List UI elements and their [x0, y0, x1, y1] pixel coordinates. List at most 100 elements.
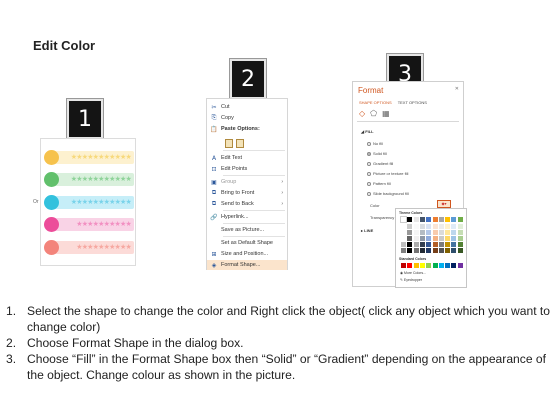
theme-color-swatch[interactable]	[445, 217, 451, 222]
theme-color-swatch[interactable]	[445, 230, 451, 235]
theme-color-swatch[interactable]	[451, 248, 457, 253]
tab-text-options[interactable]: TEXT OPTIONS	[398, 100, 427, 105]
standard-color-swatch[interactable]	[445, 263, 451, 268]
standard-color-swatch[interactable]	[401, 263, 406, 268]
menu-item-size-position[interactable]: ⊞ Size and Position...	[207, 249, 287, 259]
theme-color-swatch[interactable]	[438, 230, 444, 235]
rating-bar[interactable]: ★★★★★★★★★★	[53, 240, 134, 254]
theme-color-swatch[interactable]	[445, 224, 451, 229]
theme-color-swatch[interactable]	[419, 217, 425, 222]
theme-color-swatch[interactable]	[445, 236, 451, 241]
theme-color-swatch[interactable]	[432, 217, 438, 222]
standard-color-swatch[interactable]	[419, 263, 425, 268]
fill-line-icon[interactable]: ◇	[359, 109, 365, 118]
theme-color-swatch[interactable]	[457, 217, 463, 222]
theme-color-swatch[interactable]	[457, 236, 463, 241]
theme-color-swatch[interactable]	[407, 242, 413, 247]
theme-color-swatch[interactable]	[438, 217, 444, 222]
theme-color-swatch[interactable]	[401, 242, 406, 247]
theme-color-swatch[interactable]	[457, 242, 463, 247]
radio-gradient-fill[interactable]: Gradient fill	[367, 161, 393, 166]
theme-color-swatch[interactable]	[457, 230, 463, 235]
theme-color-swatch[interactable]	[438, 236, 444, 241]
menu-item-edit-text[interactable]: A Edit Text	[207, 153, 287, 163]
paste-keep-source-icon[interactable]	[225, 139, 233, 148]
theme-color-swatch[interactable]	[419, 224, 425, 229]
theme-color-swatch[interactable]	[426, 248, 432, 253]
rating-bar[interactable]: ★★★★★★★★★★	[53, 217, 134, 231]
rating-bar[interactable]: ★★★★★★★★★★★	[53, 195, 134, 209]
theme-color-swatch[interactable]	[400, 216, 407, 223]
theme-color-swatch[interactable]	[432, 224, 438, 229]
fill-section-header[interactable]: ◢ FILL	[361, 129, 374, 134]
theme-color-swatch[interactable]	[451, 242, 457, 247]
rating-bar[interactable]: ★★★★★★★★★★★	[53, 150, 134, 164]
rating-circle[interactable]	[44, 194, 59, 210]
theme-color-swatch[interactable]	[407, 224, 413, 229]
radio-slide-background-fill[interactable]: Slide background fill	[367, 191, 409, 196]
theme-color-swatch[interactable]	[401, 230, 406, 235]
theme-color-swatch[interactable]	[426, 217, 432, 222]
theme-color-swatch[interactable]	[451, 224, 457, 229]
theme-color-swatch[interactable]	[451, 230, 457, 235]
menu-item-group[interactable]: ▣ Group ›	[207, 177, 287, 187]
menu-item-send-to-back[interactable]: ⧉ Send to Back ›	[207, 199, 287, 209]
theme-color-swatch[interactable]	[445, 248, 451, 253]
close-icon[interactable]: ✕	[455, 86, 459, 92]
theme-color-swatch[interactable]	[413, 236, 419, 241]
radio-solid-fill[interactable]: Solid fill	[367, 151, 387, 156]
standard-color-swatch[interactable]	[438, 263, 444, 268]
theme-color-swatch[interactable]	[401, 236, 406, 241]
theme-color-swatch[interactable]	[419, 242, 425, 247]
rating-bar[interactable]: ★★★★★★★★★★★	[53, 172, 134, 186]
rating-row[interactable]: ★★★★★★★★★★	[44, 216, 134, 232]
theme-color-swatch[interactable]	[419, 236, 425, 241]
theme-color-swatch[interactable]	[413, 242, 419, 247]
standard-color-swatch[interactable]	[451, 263, 457, 268]
standard-color-swatch[interactable]	[407, 263, 413, 268]
radio-picture-fill[interactable]: Picture or texture fill	[367, 171, 408, 176]
theme-color-swatch[interactable]	[413, 224, 419, 229]
menu-item-cut[interactable]: ✂ Cut	[207, 102, 287, 112]
menu-item-bring-to-front[interactable]: ⧉ Bring to Front ›	[207, 188, 287, 198]
theme-color-swatch[interactable]	[413, 230, 419, 235]
theme-color-swatch[interactable]	[407, 248, 413, 253]
theme-color-swatch[interactable]	[407, 217, 413, 222]
theme-color-swatch[interactable]	[432, 242, 438, 247]
rating-row[interactable]: ★★★★★★★★★★★	[44, 149, 134, 165]
radio-pattern-fill[interactable]: Pattern fill	[367, 181, 391, 186]
menu-item-edit-points[interactable]: ⊡ Edit Points	[207, 164, 287, 174]
theme-color-swatch[interactable]	[451, 217, 457, 222]
theme-color-swatch[interactable]	[457, 224, 463, 229]
theme-color-swatch[interactable]	[426, 242, 432, 247]
theme-color-swatch[interactable]	[401, 224, 406, 229]
menu-item-format-shape[interactable]: ◈ Format Shape...	[207, 260, 287, 270]
theme-color-swatch[interactable]	[432, 236, 438, 241]
menu-item-copy[interactable]: ⎘ Copy	[207, 113, 287, 123]
standard-color-swatch[interactable]	[413, 263, 419, 268]
paste-picture-icon[interactable]	[236, 139, 244, 148]
rating-circle[interactable]	[44, 171, 59, 187]
theme-color-swatch[interactable]	[445, 242, 451, 247]
theme-color-swatch[interactable]	[451, 236, 457, 241]
effects-icon[interactable]: ⬠	[370, 109, 377, 118]
rating-row[interactable]: ★★★★★★★★★★★	[44, 171, 134, 187]
line-section-header[interactable]: ▸ LINE	[361, 228, 373, 233]
rating-row[interactable]: ★★★★★★★★★★	[44, 239, 134, 255]
eyedropper-link[interactable]: ✎ Eyedropper	[400, 278, 422, 282]
theme-color-swatch[interactable]	[438, 248, 444, 253]
rating-circle[interactable]	[44, 149, 59, 165]
rating-circle[interactable]	[44, 239, 59, 255]
theme-color-swatch[interactable]	[413, 248, 419, 253]
color-picker-button[interactable]: ◆▾	[437, 200, 451, 208]
standard-color-swatch[interactable]	[432, 263, 438, 268]
rating-circle[interactable]	[44, 216, 59, 232]
theme-color-swatch[interactable]	[401, 248, 406, 253]
tab-shape-options[interactable]: SHAPE OPTIONS	[359, 100, 392, 105]
menu-item-set-default-shape[interactable]: Set as Default Shape	[207, 238, 287, 248]
more-colors-link[interactable]: ◉ More Colors...	[400, 271, 426, 275]
theme-color-swatch[interactable]	[407, 236, 413, 241]
theme-color-swatch[interactable]	[419, 248, 425, 253]
theme-color-swatch[interactable]	[432, 230, 438, 235]
standard-color-swatch[interactable]	[426, 263, 432, 268]
